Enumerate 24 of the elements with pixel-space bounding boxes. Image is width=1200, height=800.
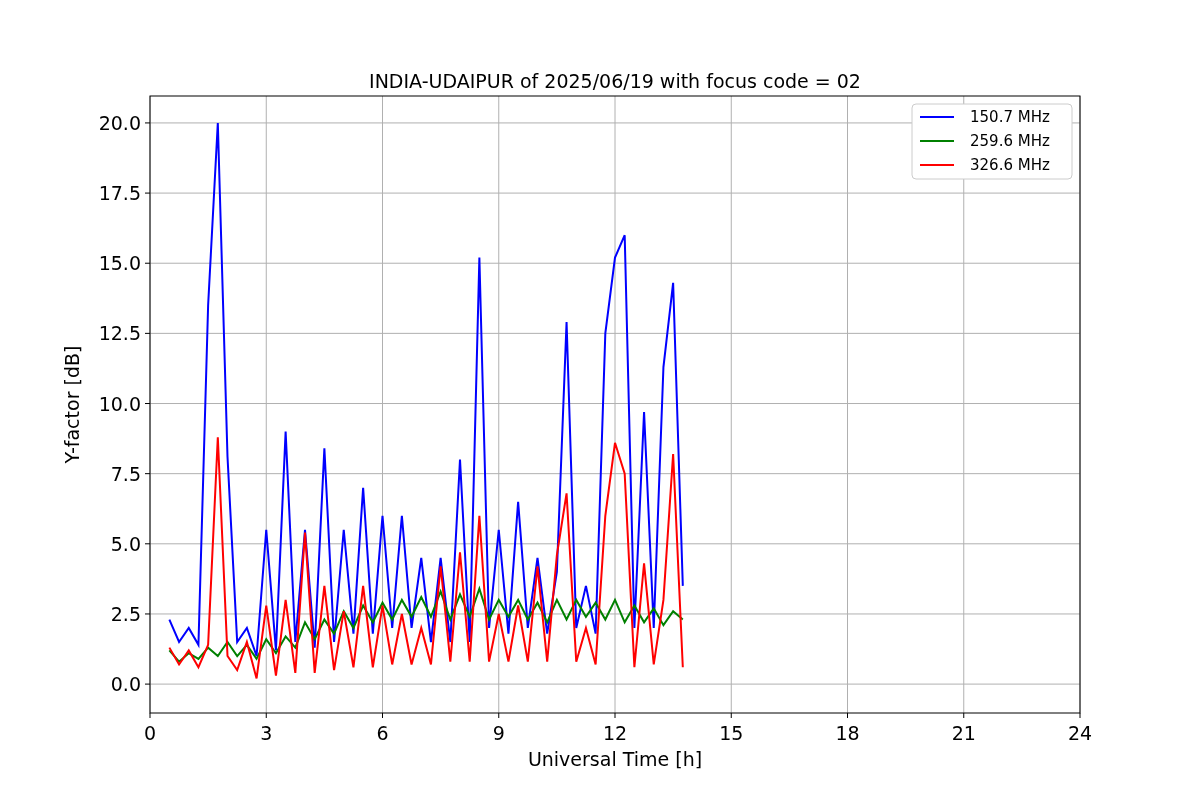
legend-label: 259.6 MHz (970, 132, 1050, 150)
y-tick-label: 7.5 (110, 462, 141, 485)
y-tick-label: 12.5 (98, 322, 141, 345)
x-tick-label: 6 (376, 722, 389, 744)
y-tick-label: 15.0 (98, 252, 141, 275)
y-tick-label: 10.0 (98, 392, 141, 415)
legend-label: 326.6 MHz (970, 156, 1050, 174)
x-tick-label: 9 (492, 722, 505, 744)
x-tick-label: 18 (835, 722, 860, 744)
x-tick-label: 21 (951, 722, 976, 744)
y-tick-label: 0.0 (110, 673, 141, 696)
y-tick-label: 17.5 (98, 182, 141, 205)
y-tick-label: 20.0 (98, 111, 141, 134)
x-tick-label: 12 (602, 722, 628, 744)
y-tick-label: 2.5 (110, 602, 141, 625)
y-axis-label: Y-factor [dB] (61, 345, 83, 464)
x-axis-label: Universal Time [h] (527, 748, 703, 770)
y-tick-label: 5.0 (110, 532, 141, 555)
x-tick-label: 0 (143, 722, 157, 744)
x-tick-label: 3 (260, 722, 273, 744)
chart-title: INDIA-UDAIPUR of 2025/06/19 with focus code = 02 (369, 70, 861, 92)
x-tick-label: 24 (1067, 722, 1093, 744)
x-tick-label: 15 (719, 722, 744, 744)
legend-label: 150.7 MHz (970, 108, 1050, 126)
